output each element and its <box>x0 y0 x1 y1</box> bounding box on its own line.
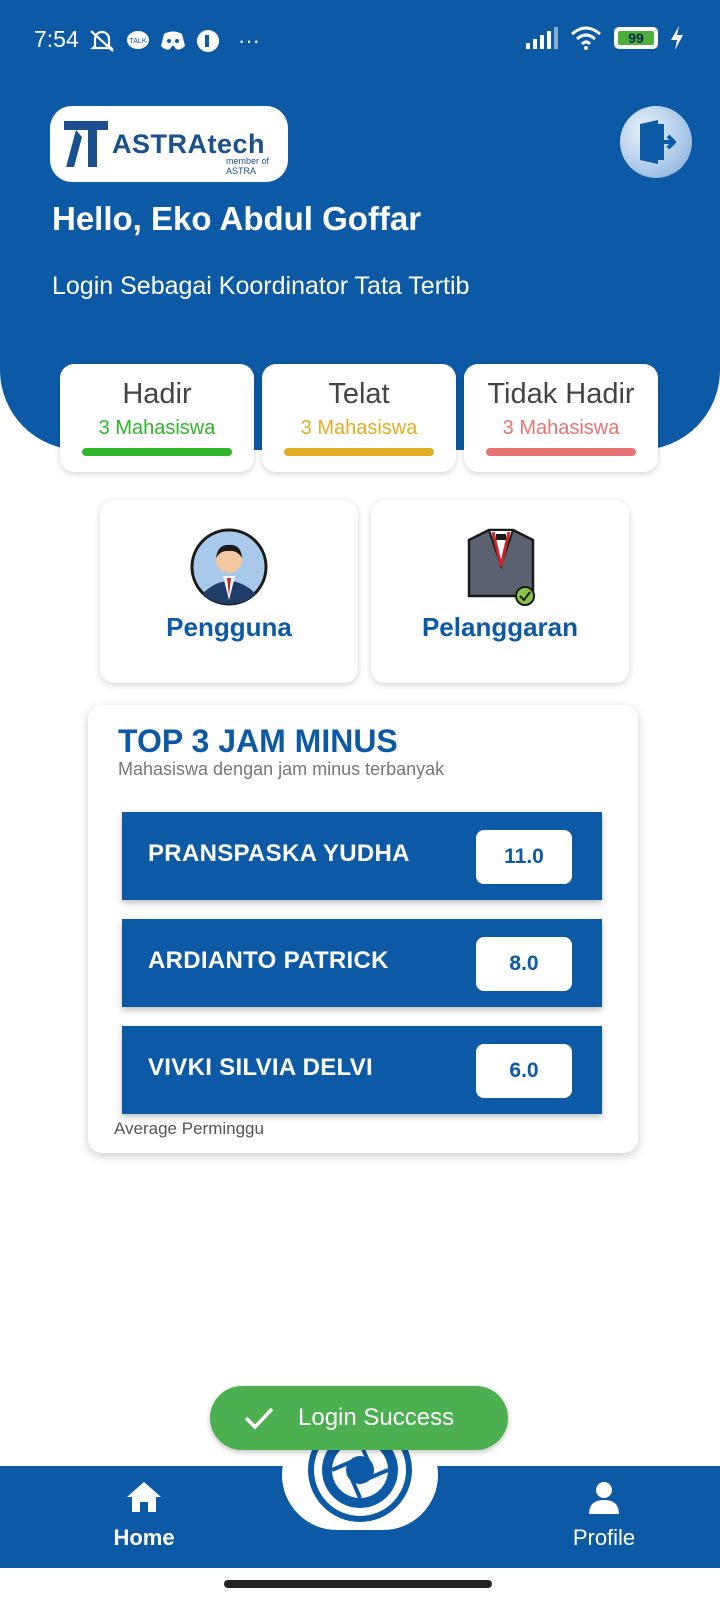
rank-name: ARDIANTO PATRICK <box>148 947 389 974</box>
charging-icon <box>671 26 683 50</box>
rank-row[interactable]: ARDIANTO PATRICK 8.0 <box>122 919 602 1007</box>
signal-icon <box>526 27 558 49</box>
stat-title: Telat <box>328 378 390 410</box>
user-avatar-icon <box>190 528 268 606</box>
nav-profile[interactable]: Profile <box>544 1480 664 1551</box>
stat-title: Hadir <box>122 378 192 410</box>
top3-title: TOP 3 JAM MINUS <box>118 723 398 759</box>
check-icon <box>244 1407 274 1430</box>
stat-bar <box>284 448 434 456</box>
astratech-logo: ASTRAtech member of ASTRA <box>50 106 288 182</box>
mute-icon <box>90 30 114 52</box>
rank-name: VIVKI SILVIA DELVI <box>148 1054 373 1081</box>
logo-mark-icon <box>64 121 108 167</box>
status-icons-left: TALK ··· <box>88 28 260 54</box>
rank-row[interactable]: PRANSPASKA YUDHA 11.0 <box>122 812 602 900</box>
logo-text: ASTRAtech <box>112 128 266 159</box>
battery-level: 99 <box>628 30 644 46</box>
talk-icon: TALK <box>127 31 149 49</box>
login-success-toast: Login Success <box>210 1386 508 1450</box>
svg-text:TALK: TALK <box>130 38 147 45</box>
home-indicator <box>224 1580 492 1588</box>
role-text: Login Sebagai Koordinator Tata Tertib <box>52 272 470 300</box>
rank-value: 11.0 <box>476 830 572 884</box>
status-time: 7:54 <box>34 26 79 52</box>
rank-value: 8.0 <box>476 937 572 991</box>
menu-card-pelanggaran[interactable]: Pelanggaran <box>371 500 629 683</box>
more-notifications: ··· <box>238 28 260 53</box>
menu-label: Pengguna <box>166 612 292 642</box>
nav-home[interactable]: Home <box>84 1480 204 1551</box>
toast-text: Login Success <box>298 1404 455 1431</box>
stat-value: 3 Mahasiswa <box>98 417 216 439</box>
greeting-text: Hello, Eko Abdul Goffar <box>52 200 422 237</box>
stat-card-tidak-hadir[interactable]: Tidak Hadir 3 Mahasiswa <box>464 364 658 472</box>
status-icons-right: 99 <box>524 26 684 50</box>
nav-profile-label: Profile <box>572 1525 636 1550</box>
wifi-icon <box>571 26 601 50</box>
discord-icon <box>161 31 185 50</box>
battery-icon: 99 <box>614 27 658 49</box>
status-bar: 7:54 TALK ··· 99 <box>0 0 720 80</box>
top3-card: TOP 3 JAM MINUS Mahasiswa dengan jam min… <box>88 705 638 1153</box>
stat-value: 3 Mahasiswa <box>502 417 620 439</box>
logout-icon <box>640 120 676 164</box>
app-icon <box>197 30 219 52</box>
rank-name: PRANSPASKA YUDHA <box>148 840 410 867</box>
menu-label: Pelanggaran <box>421 612 579 642</box>
stat-card-telat[interactable]: Telat 3 Mahasiswa <box>262 364 456 472</box>
top3-footer: Average Perminggu <box>114 1119 264 1138</box>
stat-bar <box>82 448 232 456</box>
stat-card-hadir[interactable]: Hadir 3 Mahasiswa <box>60 364 254 472</box>
logo-subtext: member of ASTRA <box>226 156 270 176</box>
logout-button[interactable] <box>620 106 692 178</box>
top3-subtitle: Mahasiswa dengan jam minus terbanyak <box>118 759 445 779</box>
profile-icon <box>589 1482 619 1514</box>
menu-card-pengguna[interactable]: Pengguna <box>100 500 358 683</box>
uniform-icon <box>467 528 535 606</box>
rank-row[interactable]: VIVKI SILVIA DELVI 6.0 <box>122 1026 602 1114</box>
home-icon <box>127 1482 161 1512</box>
stat-bar <box>486 448 636 456</box>
rank-value: 6.0 <box>476 1044 572 1098</box>
nav-home-label: Home <box>113 1525 175 1550</box>
stat-value: 3 Mahasiswa <box>300 417 418 439</box>
stat-title: Tidak Hadir <box>487 378 635 410</box>
